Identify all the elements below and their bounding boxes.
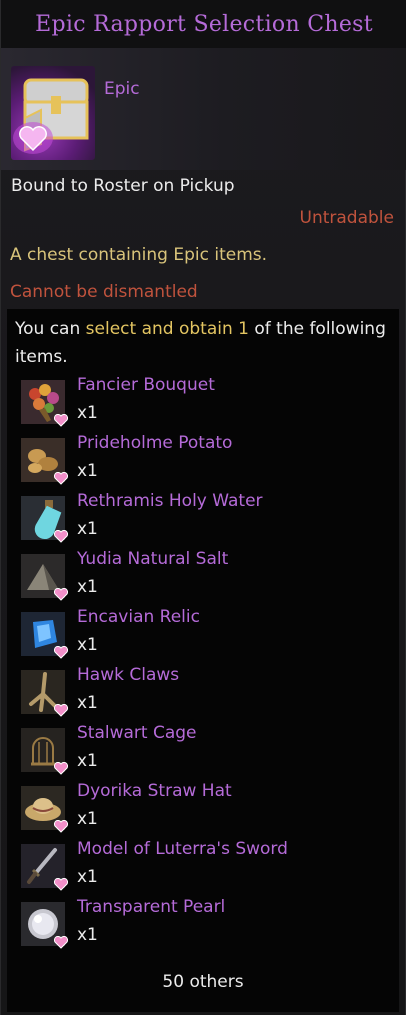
list-item[interactable]: Fancier Bouquet x1: [21, 375, 381, 431]
bound-status: Bound to Roster on Pickup: [11, 176, 235, 196]
selection-text: You can select and obtain 1 of the follo…: [15, 315, 395, 371]
item-name: Prideholme Potato: [77, 433, 233, 453]
tooltip-title: Epic Rapport Selection Chest: [35, 11, 373, 37]
selection-prefix: You can: [15, 319, 81, 339]
item-quantity: x1: [77, 519, 98, 539]
heart-icon: [54, 646, 68, 659]
heart-icon: [54, 588, 68, 601]
selection-panel: You can select and obtain 1 of the follo…: [7, 309, 399, 1012]
chest-icon: [11, 66, 95, 160]
list-item[interactable]: Transparent Pearl x1: [21, 897, 381, 953]
item-name: Yudia Natural Salt: [77, 549, 229, 569]
list-item[interactable]: Dyorika Straw Hat x1: [21, 781, 381, 837]
heart-icon: [54, 472, 68, 485]
heart-icon: [54, 878, 68, 891]
item-name: Stalwart Cage: [77, 723, 197, 743]
list-item[interactable]: Rethramis Holy Water x1: [21, 491, 381, 547]
item-name: Hawk Claws: [77, 665, 180, 685]
item-quantity: x1: [77, 809, 98, 829]
item-description: A chest containing Epic items.: [10, 245, 268, 265]
item-quantity: x1: [77, 925, 98, 945]
heart-icon: [54, 414, 68, 427]
item-name: Transparent Pearl: [77, 897, 226, 917]
bouquet-icon: [21, 380, 68, 427]
straw-hat-icon: [21, 786, 68, 833]
dismantle-status: Cannot be dismantled: [10, 282, 198, 302]
item-quantity: x1: [77, 751, 98, 771]
salt-icon: [21, 554, 68, 601]
relic-icon: [21, 612, 68, 659]
item-quantity: x1: [77, 635, 98, 655]
heart-icon: [54, 530, 68, 543]
item-quantity: x1: [77, 403, 98, 423]
item-name: Fancier Bouquet: [77, 375, 215, 395]
item-name: Encavian Relic: [77, 607, 200, 627]
item-name: Model of Luterra's Sword: [77, 839, 288, 859]
cage-icon: [21, 728, 68, 775]
item-quantity: x1: [77, 693, 98, 713]
holy-water-icon: [21, 496, 68, 543]
others-count: 50 others: [162, 972, 244, 992]
list-item[interactable]: Encavian Relic x1: [21, 607, 381, 663]
heart-icon: [54, 820, 68, 833]
list-item[interactable]: Yudia Natural Salt x1: [21, 549, 381, 605]
heart-icon: [54, 762, 68, 775]
item-name: Dyorika Straw Hat: [77, 781, 232, 801]
item-tooltip: Epic Rapport Selection Chest Epic Bound …: [0, 0, 406, 1015]
list-item[interactable]: Stalwart Cage x1: [21, 723, 381, 779]
list-item[interactable]: Hawk Claws x1: [21, 665, 381, 721]
item-quantity: x1: [77, 577, 98, 597]
tradability-status: Untradable: [299, 208, 394, 228]
item-name: Rethramis Holy Water: [77, 491, 263, 511]
sword-icon: [21, 844, 68, 891]
heart-icon: [54, 704, 68, 717]
selection-highlight: select and obtain 1: [85, 319, 249, 339]
list-item[interactable]: Prideholme Potato x1: [21, 433, 381, 489]
item-grade: Epic: [104, 79, 140, 99]
title-bar: Epic Rapport Selection Chest: [1, 0, 406, 48]
heart-icon: [54, 936, 68, 949]
item-quantity: x1: [77, 461, 98, 481]
list-item[interactable]: Model of Luterra's Sword x1: [21, 839, 381, 895]
pearl-icon: [21, 902, 68, 949]
item-quantity: x1: [77, 867, 98, 887]
potato-icon: [21, 438, 68, 485]
hawk-claws-icon: [21, 670, 68, 717]
